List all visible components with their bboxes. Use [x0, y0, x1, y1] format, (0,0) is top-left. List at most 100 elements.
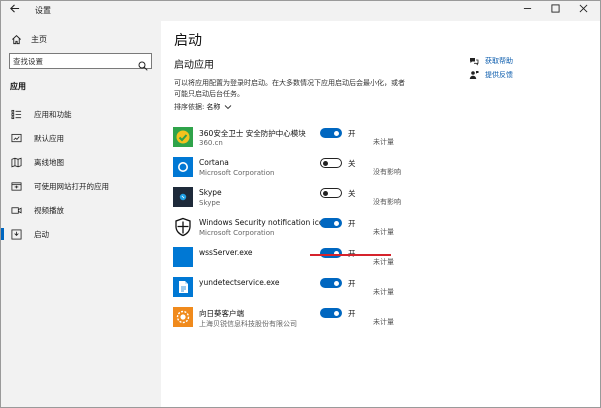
- page-title: 启动: [174, 33, 202, 49]
- section-title: 启动应用: [174, 60, 214, 71]
- startup-app-row: Cortana Microsoft Corporation 关 没有影响: [173, 152, 593, 182]
- document-app-icon: [173, 277, 193, 297]
- toggle-knob: [334, 281, 339, 286]
- startup-impact: 未计量: [373, 228, 394, 236]
- sidebar-item-label: 默认应用: [34, 133, 64, 143]
- sidebar-item-default-apps[interactable]: 默认应用: [1, 127, 161, 149]
- help-chat-icon: [469, 56, 479, 66]
- sidebar-item-label: 启动: [34, 229, 49, 239]
- close-icon[interactable]: [569, 1, 597, 21]
- toggle-state-label: 开: [348, 279, 356, 288]
- startup-icon: [10, 228, 22, 240]
- app-publisher: 上海贝锐信息科技股份有限公司: [199, 320, 297, 328]
- startup-toggle[interactable]: [320, 308, 342, 318]
- startup-impact: 没有影响: [373, 168, 401, 176]
- startup-toggle[interactable]: [320, 218, 342, 228]
- startup-impact: 未计量: [373, 318, 394, 326]
- sidebar-item-label: 应用和功能: [34, 109, 72, 119]
- open-with-icon: [10, 180, 22, 192]
- startup-app-row: wssServer.exe 开 未计量: [173, 242, 593, 272]
- sort-value: 名称: [206, 103, 221, 111]
- settings-window: 设置 主页 应用 应用和功能: [0, 0, 601, 408]
- toggle-state-label: 开: [348, 309, 356, 318]
- chevron-down-icon: [224, 103, 232, 111]
- main-content: 启动 启动应用 可以将应用配置为登录时启动。在大多数情况下应用启动后会最小化，或…: [161, 21, 600, 407]
- map-icon: [10, 156, 22, 168]
- video-icon: [10, 204, 22, 216]
- app-name: Skype: [199, 188, 222, 197]
- app-name: 360安全卫士 安全防护中心模块: [199, 129, 306, 138]
- search-input[interactable]: [13, 54, 131, 68]
- sidebar-item-label: 视频播放: [34, 205, 64, 215]
- sort-label: 排序依据:: [174, 103, 205, 111]
- sidebar-home-label: 主页: [31, 34, 47, 44]
- app-name: 向日葵客户端: [199, 309, 244, 318]
- startup-impact: 未计量: [373, 138, 394, 146]
- window-title: 设置: [35, 6, 51, 15]
- get-help-label: 获取帮助: [485, 57, 513, 65]
- feedback-label: 提供反馈: [485, 71, 513, 79]
- app-name: Windows Security notification icon: [199, 218, 329, 227]
- blank-app-icon: [173, 247, 193, 267]
- sunflower-icon: [173, 307, 193, 327]
- startup-app-row: yundetectservice.exe 开 未计量: [173, 272, 593, 302]
- app-publisher: Skype: [199, 199, 221, 207]
- toggle-knob: [334, 221, 339, 226]
- app-name: yundetectservice.exe: [199, 278, 280, 287]
- app-name: wssServer.exe: [199, 248, 253, 257]
- startup-app-row: 向日葵客户端 上海贝锐信息科技股份有限公司 开 未计量: [173, 302, 593, 332]
- startup-toggle[interactable]: [320, 158, 342, 168]
- feedback-link[interactable]: 提供反馈: [469, 68, 513, 82]
- skype-icon: [173, 187, 193, 207]
- sidebar-item-label: 离线地图: [34, 157, 64, 167]
- sidebar: 主页 应用 应用和功能 默认应用 离线地图: [1, 21, 161, 407]
- startup-toggle[interactable]: [320, 128, 342, 138]
- startup-app-row: Skype Skype 关 没有影响: [173, 182, 593, 212]
- app-publisher: 360.cn: [199, 139, 223, 147]
- startup-app-row: 360安全卫士 安全防护中心模块 360.cn 开 未计量: [173, 122, 593, 152]
- app-publisher: Microsoft Corporation: [199, 229, 275, 237]
- sidebar-item-label: 可使用网站打开的应用: [34, 181, 109, 191]
- toggle-state-label: 关: [348, 189, 356, 198]
- default-apps-icon: [10, 132, 22, 144]
- sidebar-item-apps-for-websites[interactable]: 可使用网站打开的应用: [1, 175, 161, 197]
- maximize-icon[interactable]: [541, 1, 569, 21]
- sidebar-home[interactable]: 主页: [10, 32, 47, 46]
- toggle-state-label: 开: [348, 129, 356, 138]
- 360-shield-icon: [173, 127, 193, 147]
- help-links: 获取帮助 提供反馈: [469, 54, 513, 82]
- minimize-icon[interactable]: [513, 1, 541, 21]
- sidebar-item-apps-features[interactable]: 应用和功能: [1, 103, 161, 125]
- startup-impact: 未计量: [373, 258, 394, 266]
- feedback-icon: [469, 70, 479, 80]
- search-icon[interactable]: [138, 56, 148, 71]
- cortana-icon: [173, 157, 193, 177]
- startup-toggle[interactable]: [320, 248, 342, 258]
- app-publisher: Microsoft Corporation: [199, 169, 275, 177]
- arrow-left-icon[interactable]: [7, 3, 21, 17]
- startup-impact: 未计量: [373, 288, 394, 296]
- startup-toggle[interactable]: [320, 278, 342, 288]
- title-bar: 设置: [1, 1, 600, 21]
- get-help-link[interactable]: 获取帮助: [469, 54, 513, 68]
- sidebar-item-offline-maps[interactable]: 离线地图: [1, 151, 161, 173]
- home-icon: [10, 33, 22, 45]
- startup-toggle[interactable]: [320, 188, 342, 198]
- apps-list-icon: [10, 108, 22, 120]
- sidebar-item-startup[interactable]: 启动: [1, 223, 161, 245]
- toggle-state-label: 开: [348, 219, 356, 228]
- toggle-knob: [334, 131, 339, 136]
- toggle-state-label: 关: [348, 159, 356, 168]
- toggle-knob: [323, 161, 328, 166]
- search-box: [9, 53, 152, 71]
- sort-dropdown[interactable]: 排序依据: 名称: [174, 102, 232, 112]
- toggle-knob: [334, 311, 339, 316]
- sidebar-section-title: 应用: [10, 82, 26, 91]
- windows-security-icon: [173, 217, 193, 237]
- toggle-knob: [323, 191, 328, 196]
- app-name: Cortana: [199, 158, 229, 167]
- startup-app-row: Windows Security notification icon Micro…: [173, 212, 593, 242]
- sidebar-item-video-playback[interactable]: 视频播放: [1, 199, 161, 221]
- section-description: 可以将应用配置为登录时启动。在大多数情况下应用启动后会最小化，或者可能只启动后台…: [174, 79, 405, 98]
- startup-impact: 没有影响: [373, 198, 401, 206]
